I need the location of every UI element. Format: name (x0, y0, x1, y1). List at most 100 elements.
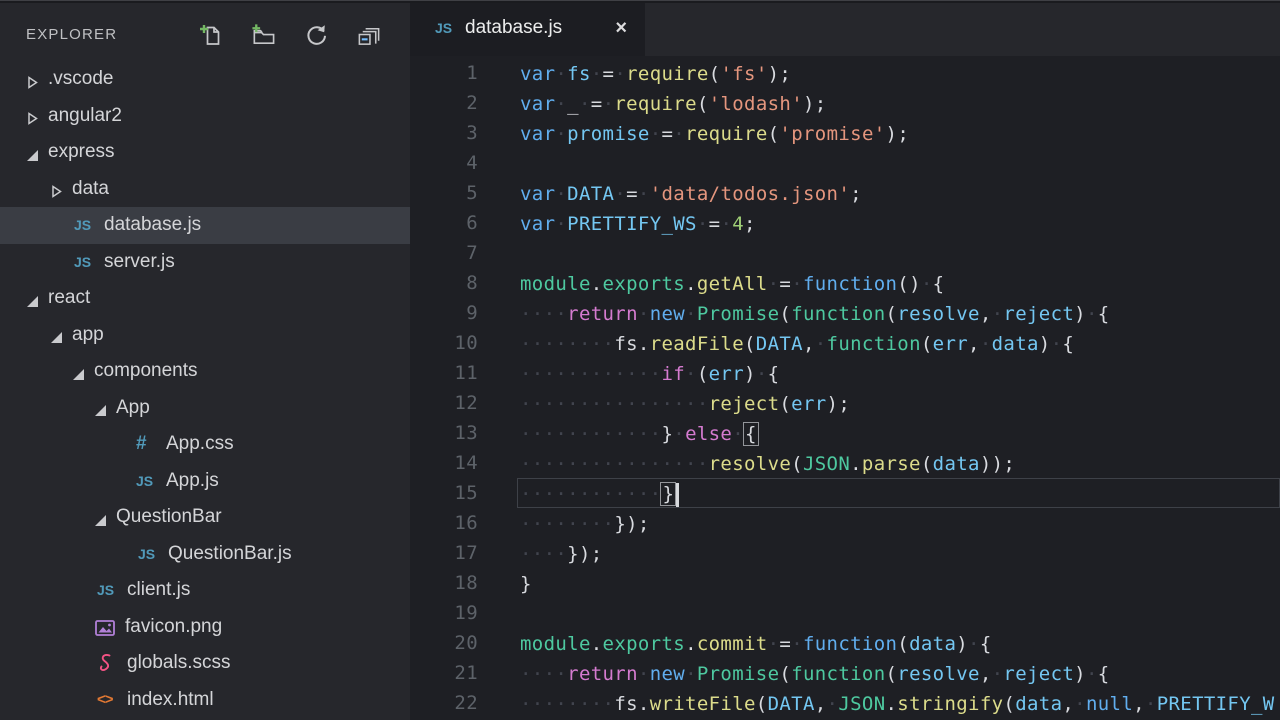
line-number[interactable]: 10 (410, 328, 478, 358)
code-token: { (1062, 333, 1074, 355)
line-number[interactable]: 14 (410, 448, 478, 478)
twistie-expanded-icon[interactable] (26, 292, 39, 305)
tree-item-express[interactable]: express (0, 134, 410, 171)
line-number[interactable]: 12 (410, 388, 478, 418)
tree-item--vscode[interactable]: .vscode (0, 61, 410, 98)
code-line-20[interactable]: 20module.exports.commit·=·function(data)… (410, 628, 1280, 658)
whitespace-dots: ············ (520, 483, 661, 505)
line-number[interactable]: 17 (410, 538, 478, 568)
line-number[interactable]: 8 (410, 268, 478, 298)
whitespace-dots: · (720, 213, 732, 235)
code-token: 'promise' (779, 123, 885, 145)
code-line-4[interactable]: 4 (410, 148, 1280, 178)
tree-item-data[interactable]: data (0, 171, 410, 208)
vscode-window: EXPLORER (0, 0, 1280, 720)
line-number[interactable]: 2 (410, 88, 478, 118)
line-number[interactable]: 9 (410, 298, 478, 328)
whitespace-dots: ················ (520, 453, 709, 475)
line-number[interactable]: 13 (410, 418, 478, 448)
code-line-12[interactable]: 12················reject(err); (410, 388, 1280, 418)
code-line-content: } (517, 568, 1280, 598)
twistie-expanded-icon[interactable] (50, 328, 63, 341)
code-line-6[interactable]: 6var·PRETTIFY_WS·=·4; (410, 208, 1280, 238)
code-line-18[interactable]: 18} (410, 568, 1280, 598)
line-number[interactable]: 15 (410, 478, 478, 508)
code-editor[interactable]: 1var·fs·=·require('fs');2var·_·=·require… (410, 56, 1280, 720)
tab-close-icon[interactable]: × (615, 18, 627, 38)
code-line-3[interactable]: 3var·promise·=·require('promise'); (410, 118, 1280, 148)
code-line-17[interactable]: 17····}); (410, 538, 1280, 568)
twistie-expanded-icon[interactable] (72, 365, 85, 378)
code-line-10[interactable]: 10········fs.readFile(DATA,·function(err… (410, 328, 1280, 358)
tree-item-angular2[interactable]: angular2 (0, 98, 410, 135)
js-file-icon: JS (74, 217, 100, 233)
code-line-21[interactable]: 21····return·new·Promise(function(resolv… (410, 658, 1280, 688)
code-token: = (603, 63, 615, 85)
code-line-2[interactable]: 2var·_·=·require('lodash'); (410, 88, 1280, 118)
code-line-1[interactable]: 1var·fs·=·require('fs'); (410, 58, 1280, 88)
tree-item-react[interactable]: react (0, 280, 410, 317)
whitespace-dots: ········ (520, 513, 614, 535)
tree-item-questionbar[interactable]: QuestionBar (0, 499, 410, 536)
twistie-expanded-icon[interactable] (94, 511, 107, 524)
tree-item-app-js[interactable]: JSApp.js (0, 463, 410, 500)
tree-item-server-js[interactable]: JSserver.js (0, 244, 410, 281)
line-number[interactable]: 16 (410, 508, 478, 538)
line-number[interactable]: 11 (410, 358, 478, 388)
tree-item-globals-scss[interactable]: globals.scss (0, 645, 410, 682)
new-folder-button[interactable] (250, 22, 276, 48)
code-line-7[interactable]: 7 (410, 238, 1280, 268)
tree-item-questionbar-js[interactable]: JSQuestionBar.js (0, 536, 410, 573)
code-line-11[interactable]: 11············if·(err)·{ (410, 358, 1280, 388)
tree-item-components[interactable]: components (0, 353, 410, 390)
whitespace-dots: · (579, 93, 591, 115)
line-number[interactable]: 6 (410, 208, 478, 238)
tree-item-app[interactable]: app (0, 317, 410, 354)
code-token: JSON (803, 453, 850, 475)
code-token: 4 (732, 213, 744, 235)
line-number[interactable]: 21 (410, 658, 478, 688)
twistie-collapsed-icon[interactable] (50, 182, 63, 195)
code-token: ; (850, 183, 862, 205)
line-number[interactable]: 19 (410, 598, 478, 628)
line-number[interactable]: 18 (410, 568, 478, 598)
code-line-5[interactable]: 5var·DATA·=·'data/todos.json'; (410, 178, 1280, 208)
twistie-collapsed-icon[interactable] (26, 73, 39, 86)
new-file-button[interactable] (197, 22, 223, 48)
tree-item-index-html[interactable]: <>index.html (0, 682, 410, 719)
collapse-all-button[interactable] (356, 22, 382, 48)
code-line-22[interactable]: 22········fs.writeFile(DATA,·JSON.string… (410, 688, 1280, 718)
line-number[interactable]: 5 (410, 178, 478, 208)
code-line-13[interactable]: 13 ············}·else·{ (410, 418, 1280, 448)
line-number[interactable]: 3 (410, 118, 478, 148)
code-token: exports (603, 273, 686, 295)
line-number[interactable]: 1 (410, 58, 478, 88)
code-token: ) (744, 363, 756, 385)
twistie-collapsed-icon[interactable] (26, 109, 39, 122)
twistie-expanded-icon[interactable] (26, 146, 39, 159)
tab-database-js[interactable]: JSdatabase.js× (410, 0, 645, 56)
line-number[interactable]: 7 (410, 238, 478, 268)
code-token: . (591, 273, 603, 295)
tree-item-database-js[interactable]: JSdatabase.js (0, 207, 410, 244)
code-line-8[interactable]: 8module.exports.getAll·=·function()·{ (410, 268, 1280, 298)
refresh-button[interactable] (303, 22, 329, 48)
tree-item-app-css[interactable]: #App.css (0, 426, 410, 463)
code-line-14[interactable]: 14················resolve(JSON.parse(dat… (410, 448, 1280, 478)
tree-item-favicon-png[interactable]: favicon.png (0, 609, 410, 646)
code-line-content: ············}·else·{ (517, 418, 1280, 448)
twistie-expanded-icon[interactable] (94, 401, 107, 414)
code-line-16[interactable]: 16········}); (410, 508, 1280, 538)
code-token: ); (827, 393, 851, 415)
whitespace-dots: · (638, 663, 650, 685)
tree-item-app[interactable]: App (0, 390, 410, 427)
code-line-9[interactable]: 9····return·new·Promise(function(resolve… (410, 298, 1280, 328)
tree-item-client-js[interactable]: JSclient.js (0, 572, 410, 609)
tree-item-label: .vscode (48, 68, 113, 90)
code-line-19[interactable]: 19 (410, 598, 1280, 628)
code-line-15[interactable]: 15············} (410, 478, 1280, 508)
code-token: Promise (697, 303, 780, 325)
line-number[interactable]: 4 (410, 148, 478, 178)
line-number[interactable]: 20 (410, 628, 478, 658)
line-number[interactable]: 22 (410, 688, 478, 718)
